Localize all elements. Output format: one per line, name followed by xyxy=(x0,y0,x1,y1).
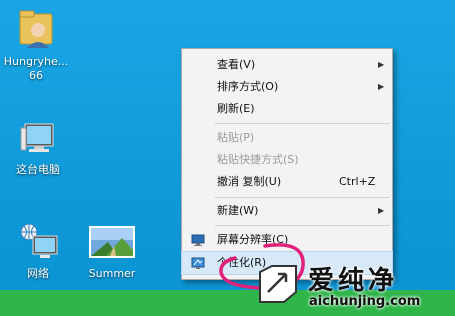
computer-icon xyxy=(16,116,60,160)
submenu-arrow-icon: ▶ xyxy=(378,82,385,91)
desktop-icon-network[interactable]: 网络 xyxy=(2,220,74,281)
menu-separator xyxy=(215,225,390,226)
desktop-icon-label: 这台电脑 xyxy=(16,163,60,176)
menu-shortcut: Ctrl+Z xyxy=(339,175,376,188)
menu-item-view[interactable]: 查看(V) ▶ xyxy=(182,54,392,76)
watermark: 爱纯净 aichunjing.com xyxy=(252,258,455,316)
menu-item-paste-shortcut[interactable]: 粘贴快捷方式(S) xyxy=(182,149,392,171)
personalize-icon xyxy=(191,256,205,270)
watermark-logo-icon xyxy=(259,265,297,303)
menu-item-sort-by[interactable]: 排序方式(O) ▶ xyxy=(182,76,392,98)
desktop-icon-label: 网络 xyxy=(27,267,49,280)
desktop-icon-label: Summer xyxy=(88,267,136,280)
desktop-icon-this-pc[interactable]: 这台电脑 xyxy=(2,116,74,177)
network-icon xyxy=(16,220,60,264)
user-folder-icon xyxy=(14,8,58,52)
menu-item-refresh[interactable]: 刷新(E) xyxy=(182,98,392,120)
menu-item-undo-copy[interactable]: 撤消 复制(U) Ctrl+Z xyxy=(182,171,392,193)
submenu-arrow-icon: ▶ xyxy=(378,206,385,215)
menu-item-new[interactable]: 新建(W) ▶ xyxy=(182,200,392,222)
submenu-arrow-icon: ▶ xyxy=(378,60,385,69)
desktop-icon-label: Hungryhe... 66 xyxy=(3,55,69,82)
watermark-title: 爱纯净 xyxy=(308,266,399,296)
image-file-icon xyxy=(88,220,136,264)
desktop-icon-summer[interactable]: Summer xyxy=(76,220,148,281)
display-resolution-icon xyxy=(191,233,205,247)
desktop-icon-user-folder[interactable]: Hungryhe... 66 xyxy=(0,8,72,83)
watermark-url: aichunjing.com xyxy=(309,294,421,309)
menu-separator xyxy=(215,197,390,198)
menu-item-paste[interactable]: 粘贴(P) xyxy=(182,127,392,149)
menu-separator xyxy=(215,123,390,124)
